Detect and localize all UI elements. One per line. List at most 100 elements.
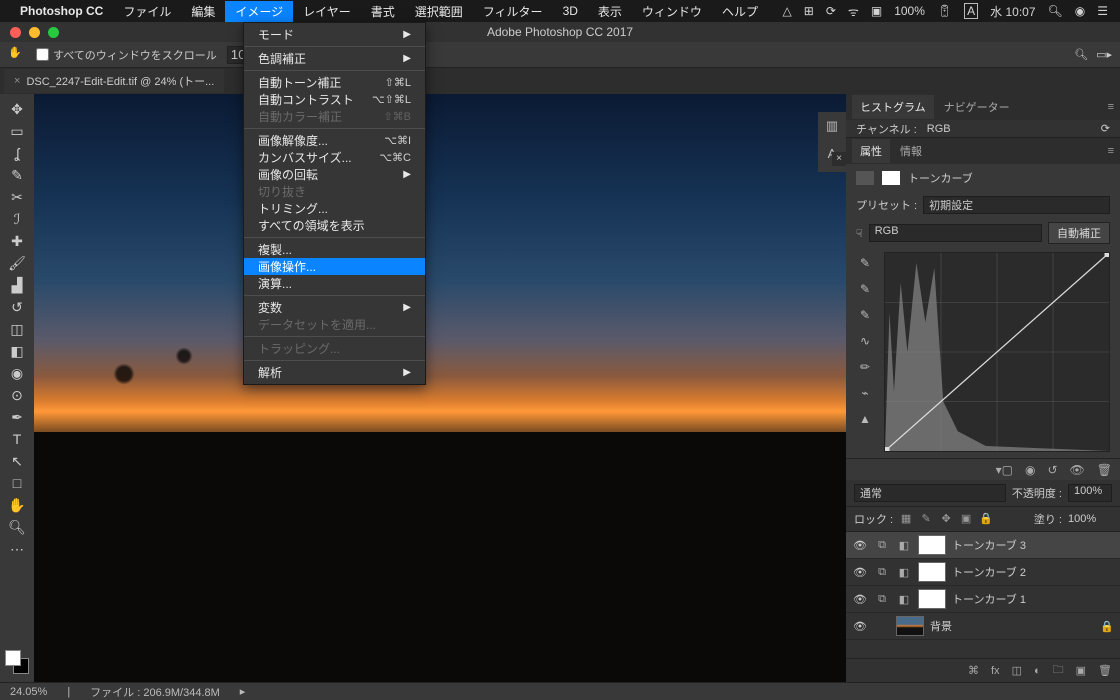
hand-tool[interactable]: ✋ [4,494,30,516]
pen-tool[interactable]: ✒ [4,406,30,428]
siri-icon[interactable]: ◉ [1075,4,1085,18]
menu-item[interactable]: 自動コントラスト⌥⇧⌘L [244,91,425,108]
spotlight-icon[interactable]: 🔍︎ [1048,4,1063,18]
clip-to-layer-icon[interactable]: ▾▢ [996,463,1013,477]
menu-file[interactable]: ファイル [113,1,181,22]
lock-position-icon[interactable]: ✥ [939,512,953,526]
curve-point-icon[interactable]: ∿ [856,334,874,350]
blur-tool[interactable]: ◉ [4,362,30,384]
histogram-stub-icon[interactable]: ▥ [823,118,841,136]
menu-layer[interactable]: レイヤー [293,1,361,22]
link-icon[interactable]: ⧉ [874,539,890,552]
menu-edit[interactable]: 編集 [181,1,225,22]
cloud-icon[interactable]: △ [783,4,792,18]
toggle-visibility-icon[interactable]: 👁 [1070,463,1085,477]
lock-artboard-icon[interactable]: ▣ [959,512,973,526]
new-group-icon[interactable]: 🗀 [1053,661,1064,680]
tab-properties[interactable]: 属性 [852,139,890,163]
type-tool[interactable]: T [4,428,30,450]
panel-menu-icon[interactable]: ≡ [1108,145,1114,157]
dodge-tool[interactable]: ⊙ [4,384,30,406]
airplay-icon[interactable]: ▣ [871,4,882,18]
edit-toolbar[interactable]: ⋯ [4,538,30,560]
close-window-button[interactable] [10,27,21,38]
lasso-tool[interactable]: ʆ [4,142,30,164]
lock-transparency-icon[interactable]: ▦ [899,512,913,526]
menu-item[interactable]: トリミング... [244,200,425,217]
eyedrop-gray-icon[interactable]: ✎ [856,282,874,298]
curve-clip-icon[interactable]: ▲ [856,412,874,428]
workspace-menu-icon[interactable]: ▭▸ [1096,48,1112,61]
close-panel-icon[interactable]: × [832,152,846,166]
menu-help[interactable]: ヘルプ [712,1,768,22]
rectangle-tool[interactable]: □ [4,472,30,494]
curve-smooth-icon[interactable]: ⌁ [856,386,874,402]
menu-item[interactable]: 複製... [244,241,425,258]
refresh-icon[interactable]: ⟳ [1101,122,1110,135]
input-icon[interactable]: A [964,3,978,19]
crop-tool[interactable]: ✂ [4,186,30,208]
quick-select-tool[interactable]: ✎ [4,164,30,186]
fg-color[interactable] [5,650,21,666]
menu-item[interactable]: 色調補正▶ [244,50,425,67]
clock[interactable]: 水 10:07 [990,3,1035,20]
preset-select[interactable]: 初期設定 [923,196,1110,214]
link-layers-icon[interactable]: ⌘ [968,664,979,677]
healing-tool[interactable]: ✚ [4,230,30,252]
menu-item[interactable]: 画像操作... [244,258,425,275]
lock-all-icon[interactable]: 🔒 [979,512,993,526]
lock-pixels-icon[interactable]: ✎ [919,512,933,526]
canvas[interactable] [34,94,846,682]
curves-graph[interactable] [884,252,1110,452]
zoom-window-button[interactable] [48,27,59,38]
menu-item[interactable]: 演算... [244,275,425,292]
menu-item[interactable]: 画像解像度...⌥⌘I [244,132,425,149]
menu-select[interactable]: 選択範囲 [405,1,473,22]
marquee-tool[interactable]: ▭ [4,120,30,142]
delete-layer-icon[interactable]: 🗑 [1098,664,1112,677]
menu-view[interactable]: 表示 [588,1,632,22]
view-previous-icon[interactable]: ◉ [1025,463,1035,477]
menu-item[interactable]: カンバスサイズ...⌥⌘C [244,149,425,166]
menu-item[interactable]: 解析▶ [244,364,425,381]
eyedropper-tool[interactable]: ℐ [4,208,30,230]
notification-icon[interactable]: ☰ [1097,4,1108,18]
move-tool[interactable]: ✥ [4,98,30,120]
link-icon[interactable]: ⧉ [874,593,890,606]
tab-navigator[interactable]: ナビゲーター [936,95,1018,119]
auto-button[interactable]: 自動補正 [1048,222,1110,244]
channel-select[interactable]: RGB [869,224,1042,242]
minimize-window-button[interactable] [29,27,40,38]
menu-filter[interactable]: フィルター [473,1,553,22]
battery-icon[interactable]: 🔋︎ [937,4,952,18]
visibility-icon[interactable]: 👁 [852,539,868,552]
link-icon[interactable]: ⧉ [874,566,890,579]
sync-icon[interactable]: ⟳ [826,4,836,18]
delete-adj-icon[interactable]: 🗑 [1097,463,1112,477]
layer-row[interactable]: 👁⧉◧トーンカーブ 2 [846,559,1120,586]
menu-item[interactable]: 画像の回転▶ [244,166,425,183]
eraser-tool[interactable]: ◫ [4,318,30,340]
eyedrop-white-icon[interactable]: ✎ [856,308,874,324]
stamp-tool[interactable]: ▟ [4,274,30,296]
menu-item[interactable]: モード▶ [244,26,425,43]
layer-fx-icon[interactable]: fx [991,665,1000,677]
scroll-all-checkbox[interactable]: すべてのウィンドウをスクロール [36,47,217,63]
gradient-tool[interactable]: ◧ [4,340,30,362]
curve-pencil-icon[interactable]: ✏ [856,360,874,376]
menu-type[interactable]: 書式 [361,1,405,22]
wifi-icon[interactable]: ᯤ [848,3,859,20]
path-select-tool[interactable]: ↖ [4,450,30,472]
panel-menu-icon[interactable]: ≡ [1108,101,1114,113]
color-swatches[interactable] [5,650,29,674]
layer-mask-icon[interactable]: ◫ [1012,664,1022,677]
status-arrow-icon[interactable]: ▸ [240,685,246,698]
menu-item[interactable]: すべての領域を表示 [244,217,425,234]
blend-mode-select[interactable]: 通常 [854,484,1006,502]
history-brush-tool[interactable]: ↺ [4,296,30,318]
hand-target-icon[interactable]: ☟ [856,227,863,240]
visibility-icon[interactable]: 👁 [852,620,868,633]
menu-item[interactable]: 変数▶ [244,299,425,316]
layer-row[interactable]: 👁⧉◧トーンカーブ 3 [846,532,1120,559]
new-adj-icon[interactable]: ◐ [1034,665,1041,677]
